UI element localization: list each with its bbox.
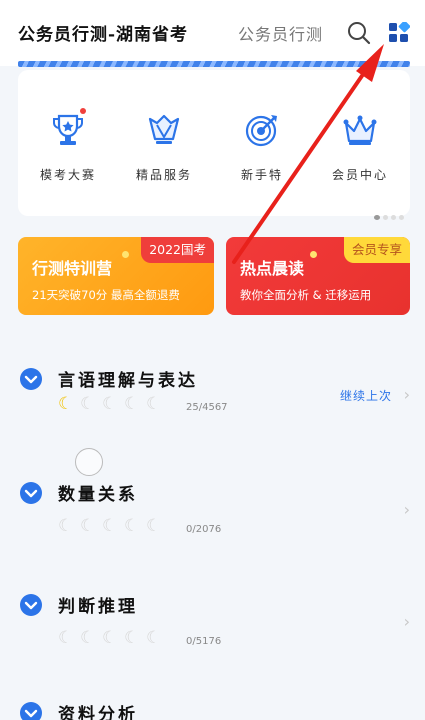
- moon-icon: ☾: [146, 516, 162, 536]
- carousel-pager: [374, 205, 407, 224]
- banner-tag: 2022国考: [141, 237, 214, 263]
- subject-row[interactable]: 资料分析: [18, 702, 410, 720]
- moon-icon: ☾: [102, 394, 118, 414]
- moon-icon: ☾: [124, 516, 140, 536]
- target-icon: [245, 115, 277, 147]
- quick-link-premium-service[interactable]: 精品服务: [124, 110, 204, 190]
- quick-link-label: 模考大赛: [39, 168, 96, 182]
- quick-link-label: 精品服务: [135, 168, 192, 182]
- quick-link-label: 新手特: [240, 168, 283, 182]
- chevron-down-icon[interactable]: [20, 702, 42, 720]
- chevron-down-icon[interactable]: [20, 594, 42, 616]
- subject-title: 判断推理: [58, 597, 138, 617]
- progress-count: 25/4567: [186, 402, 228, 413]
- quick-link-label: 会员中心: [331, 168, 388, 182]
- moon-icon: ☾: [80, 516, 96, 536]
- subject-row[interactable]: 数量关系 ☾ ☾ ☾ ☾ ☾ 0/2076 ›: [18, 482, 410, 582]
- banner-subtitle: 21天突破70分 最高全额退费: [32, 288, 180, 302]
- apps-grid-icon[interactable]: [388, 20, 411, 44]
- banner-title: 热点晨读: [240, 259, 305, 278]
- banner-subtitle: 教你全面分析 & 迁移运用: [240, 288, 372, 302]
- tab-hunan-exam[interactable]: 公务员行测-湖南省考: [18, 20, 188, 45]
- moon-icon: ☾: [124, 628, 140, 648]
- moon-icon: ☾: [58, 516, 74, 536]
- chevron-right-icon[interactable]: ›: [404, 500, 410, 519]
- chevron-right-icon[interactable]: ›: [404, 612, 410, 631]
- banner-title: 行测特训营: [32, 259, 113, 278]
- subject-row[interactable]: 判断推理 ☾ ☾ ☾ ☾ ☾ 0/5176 ›: [18, 594, 410, 694]
- moon-icon: ☾: [146, 394, 162, 414]
- search-icon[interactable]: [346, 20, 372, 46]
- moon-icon: ☾: [102, 516, 118, 536]
- tab-civil-service[interactable]: 公务员行测: [238, 21, 330, 45]
- chevron-down-icon[interactable]: [20, 368, 42, 390]
- top-header: 公务员行测-湖南省考 公务员行测: [0, 0, 425, 67]
- sparkle-dot: [310, 251, 317, 258]
- progress-count: 0/2076: [186, 524, 222, 535]
- progress-count: 0/5176: [186, 636, 222, 647]
- loading-spinner: [75, 448, 103, 476]
- notification-dot: [80, 108, 86, 114]
- subject-title: 资料分析: [58, 705, 138, 720]
- chevron-right-icon[interactable]: ›: [404, 385, 410, 404]
- subject-title: 言语理解与表达: [58, 371, 198, 391]
- sparkle-dot: [122, 251, 129, 258]
- header-decoration-stripe: [18, 61, 410, 67]
- moon-icon: ☾: [102, 628, 118, 648]
- trophy-icon: [53, 114, 83, 145]
- moon-icon: ☾: [146, 628, 162, 648]
- moon-icon: ☾: [124, 394, 140, 414]
- quick-links-card: 模考大赛 精品服务 新手特 会员中心: [18, 70, 410, 220]
- banner-training-camp[interactable]: 2022国考 行测特训营 21天突破70分 最高全额退费: [18, 237, 214, 315]
- continue-last-link[interactable]: 继续上次: [340, 387, 392, 404]
- moon-icon: ☾: [58, 628, 74, 648]
- quick-link-mock-exam[interactable]: 模考大赛: [28, 108, 108, 190]
- quick-link-newbie[interactable]: 新手特: [222, 110, 302, 190]
- moon-icon: ☾: [80, 628, 96, 648]
- diamond-icon: [148, 114, 180, 144]
- chevron-down-icon[interactable]: [20, 482, 42, 504]
- moon-icon: ☾: [58, 394, 74, 414]
- moon-icon: ☾: [80, 394, 96, 414]
- subject-title: 数量关系: [58, 485, 138, 505]
- banner-morning-reading[interactable]: 会员专享 热点晨读 教你全面分析 & 迁移运用: [226, 237, 410, 315]
- crown-icon: [343, 115, 377, 145]
- quick-link-member-center[interactable]: 会员中心: [320, 110, 400, 190]
- banner-tag: 会员专享: [343, 237, 410, 263]
